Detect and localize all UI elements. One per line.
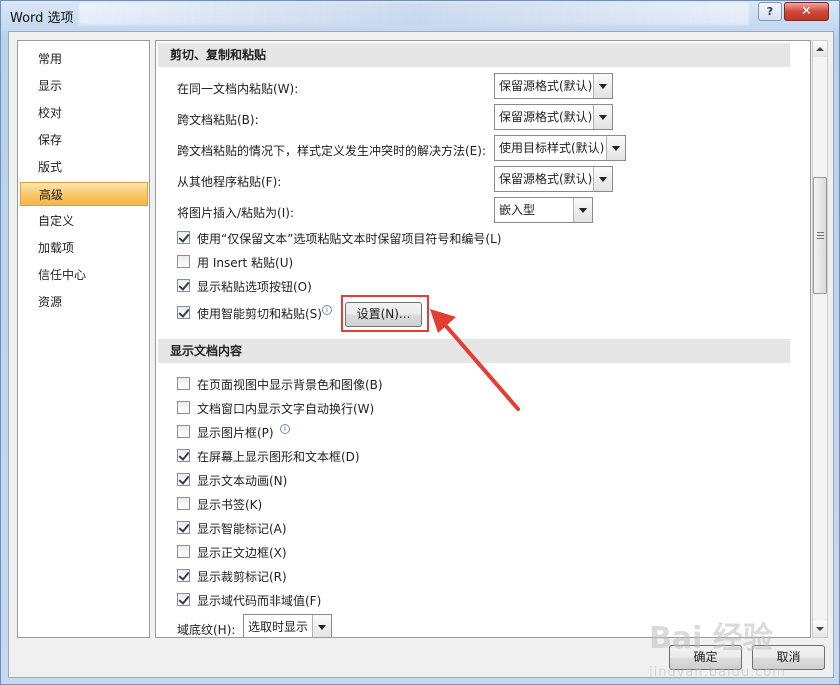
paste-option-label: 跨文档粘贴(B): [177, 113, 259, 127]
select-value: 保留源格式(默认) [499, 110, 593, 124]
select-value: 保留源格式(默认) [499, 79, 593, 93]
smart-tags-checkbox[interactable] [177, 521, 190, 534]
smart-cut-paste-checkbox[interactable] [177, 306, 190, 319]
help-button[interactable]: ? [758, 2, 782, 21]
select-value: 嵌入型 [499, 203, 536, 217]
paste-cross-doc-select[interactable]: 保留源格式(默认) [494, 104, 613, 130]
info-icon: i [280, 424, 290, 434]
text-boundaries-checkbox[interactable] [177, 545, 190, 558]
checkbox-label: 显示裁剪标记(R) [197, 570, 287, 584]
show-drawings-checkbox[interactable] [177, 449, 190, 462]
sidebar-item-general[interactable]: 常用 [20, 47, 148, 71]
chevron-down-icon[interactable] [312, 615, 331, 637]
red-arrow-annotation [430, 309, 520, 411]
sidebar-item-save[interactable]: 保存 [20, 128, 148, 152]
chevron-down-icon[interactable] [573, 198, 592, 222]
advanced-options-content: 剪切、复制和粘贴 在同一文档内粘贴(W): 保留源格式(默认) 跨文档粘贴(B)… [155, 40, 811, 638]
sidebar-item-advanced[interactable]: 高级 [20, 182, 148, 206]
dialog-client-area: 常用 显示 校对 保存 版式 高级 自定义 加载项 信任中心 资源 剪切、复制和… [8, 31, 834, 680]
vertical-scrollbar[interactable] [812, 40, 828, 638]
checkbox-label: 显示图片框(P) [197, 426, 274, 440]
paste-same-doc-select[interactable]: 保留源格式(默认) [494, 73, 613, 99]
paste-option-label: 从其他程序粘贴(F): [177, 175, 282, 189]
watermark-url: jingyan.baidu.com [649, 665, 786, 680]
sidebar-item-proofing[interactable]: 校对 [20, 101, 148, 125]
title-bar[interactable]: Word 选项 ? ✕ [1, 1, 839, 31]
paste-option-label: 在同一文档内粘贴(W): [177, 82, 299, 96]
scroll-thumb[interactable] [813, 177, 827, 294]
select-value: 使用目标样式(默认) [499, 141, 605, 155]
blurred-background-strip [79, 3, 749, 25]
paste-other-program-select[interactable]: 保留源格式(默认) [494, 166, 613, 192]
watermark-logo-text: Bai 经验 [649, 621, 773, 656]
picture-insert-select[interactable]: 嵌入型 [494, 197, 593, 223]
insert-paste-checkbox[interactable] [177, 255, 190, 268]
checkbox-label: 在屏幕上显示图形和文本框(D) [197, 450, 360, 464]
show-bookmarks-checkbox[interactable] [177, 497, 190, 510]
field-shading-label: 域底纹(H): [177, 623, 236, 637]
checkbox-label: 显示智能标记(A) [197, 522, 287, 536]
chevron-down-icon[interactable] [593, 74, 612, 98]
checkbox-label: 显示书签(K) [197, 498, 263, 512]
checkbox-label: 显示文本动画(N) [197, 474, 288, 488]
checkbox-label: 用 Insert 粘贴(U) [197, 256, 294, 270]
sidebar-item-trust-center[interactable]: 信任中心 [20, 263, 148, 287]
word-options-dialog: Word 选项 ? ✕ 常用 显示 校对 保存 版式 高级 自定义 加载项 信任… [0, 0, 840, 685]
sidebar-item-display[interactable]: 显示 [20, 74, 148, 98]
close-button[interactable]: ✕ [784, 2, 829, 21]
show-paste-options-checkbox[interactable] [177, 279, 190, 292]
sidebar-item-layout[interactable]: 版式 [20, 155, 148, 179]
checkbox-label: 显示域代码而非域值(F) [197, 594, 322, 608]
chevron-down-icon[interactable] [606, 136, 625, 160]
sidebar-item-customize[interactable]: 自定义 [20, 209, 148, 233]
checkbox-label: 使用“仅保留文本”选项粘贴文本时保留项目符号和编号(L) [197, 232, 502, 246]
info-icon: i [322, 305, 332, 315]
select-value: 选取时显示 [248, 620, 309, 634]
grip-line [817, 238, 824, 239]
grip-line [817, 232, 824, 233]
checkbox-label: 使用智能剪切和粘贴(S) [197, 307, 322, 321]
sidebar-item-resources[interactable]: 资源 [20, 290, 148, 314]
chevron-down-icon[interactable] [593, 167, 612, 191]
paste-option-label: 将图片插入/粘贴为(I): [177, 206, 294, 220]
window-title: Word 选项 [10, 11, 74, 26]
smart-paste-settings-button[interactable]: 设置(N)... [345, 302, 422, 327]
section-header-paste: 剪切、复制和粘贴 [158, 43, 790, 67]
style-conflict-select[interactable]: 使用目标样式(默认) [494, 135, 626, 161]
text-animation-checkbox[interactable] [177, 473, 190, 486]
scroll-up-arrow-icon[interactable] [813, 41, 827, 57]
text-wrap-checkbox[interactable] [177, 401, 190, 414]
select-value: 保留源格式(默认) [499, 172, 593, 186]
field-shading-select[interactable]: 选取时显示 [243, 614, 332, 637]
paste-option-label: 跨文档粘贴的情况下，样式定义发生冲突时的解决方法(E): [177, 144, 486, 158]
picture-placeholder-checkbox[interactable] [177, 425, 190, 438]
show-background-checkbox[interactable] [177, 377, 190, 390]
checkbox-label: 显示粘贴选项按钮(O) [197, 280, 312, 294]
checkbox-label: 显示正文边框(X) [197, 546, 287, 560]
checkbox-label: 在页面视图中显示背景色和图像(B) [197, 378, 383, 392]
chevron-down-icon[interactable] [593, 105, 612, 129]
baidu-watermark: Bai 经验 jingyan.baidu.com [649, 622, 819, 685]
field-codes-checkbox[interactable] [177, 593, 190, 606]
grip-line [817, 235, 824, 236]
crop-marks-checkbox[interactable] [177, 569, 190, 582]
options-sidebar: 常用 显示 校对 保存 版式 高级 自定义 加载项 信任中心 资源 [17, 40, 150, 638]
sidebar-item-addins[interactable]: 加载项 [20, 236, 148, 260]
checkbox-label: 文档窗口内显示文字自动换行(W) [197, 402, 375, 416]
keep-bullets-checkbox[interactable] [177, 231, 190, 244]
